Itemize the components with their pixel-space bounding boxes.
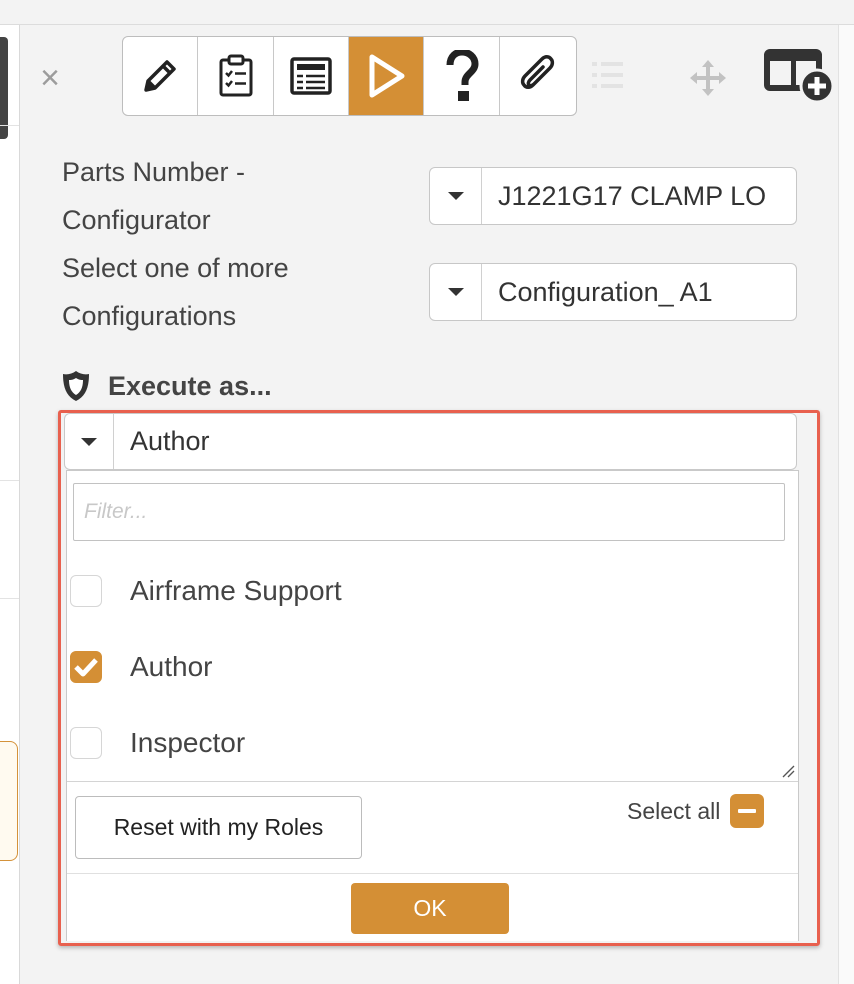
- checkmark-icon: [74, 658, 98, 677]
- run-button[interactable]: [349, 37, 425, 115]
- left-panel: [0, 25, 20, 984]
- filter-input[interactable]: [73, 483, 785, 541]
- help-button[interactable]: [424, 37, 500, 115]
- close-icon[interactable]: ×: [36, 60, 64, 96]
- question-icon: [446, 50, 479, 101]
- ok-button[interactable]: OK: [351, 883, 509, 934]
- option-author[interactable]: Author: [70, 647, 213, 687]
- play-icon: [369, 54, 405, 98]
- paperclip-icon: [520, 55, 554, 89]
- checkbox[interactable]: [70, 727, 102, 759]
- execute-as-label: Execute as...: [108, 370, 272, 401]
- shield-icon: [63, 371, 89, 401]
- list-icon[interactable]: [590, 58, 626, 92]
- edit-button[interactable]: [123, 37, 199, 115]
- resize-handle-icon[interactable]: [781, 764, 795, 778]
- clipboard-checklist-icon: [219, 54, 253, 97]
- select-all[interactable]: Select all: [627, 794, 765, 828]
- reset-roles-button[interactable]: Reset with my Roles: [75, 796, 362, 859]
- form-button[interactable]: [274, 37, 350, 115]
- checkbox-checked[interactable]: [70, 651, 102, 683]
- right-scroll-edge: [838, 25, 854, 984]
- select-all-minus-icon[interactable]: [730, 794, 765, 828]
- checkbox[interactable]: [70, 575, 102, 607]
- chevron-down-icon: [65, 414, 114, 469]
- option-airframe-support[interactable]: Airframe Support: [70, 571, 342, 611]
- attach-button[interactable]: [500, 37, 576, 115]
- parts-number-select[interactable]: J1221G17 CLAMP LO: [429, 167, 797, 225]
- pencil-icon: [144, 60, 176, 92]
- option-inspector[interactable]: Inspector: [70, 723, 245, 763]
- add-column-icon[interactable]: [763, 46, 837, 104]
- chevron-down-icon: [430, 168, 482, 224]
- roles-dropdown: Airframe Support Author Inspector Reset …: [66, 470, 799, 941]
- toolbar: [122, 36, 577, 116]
- move-icon[interactable]: [690, 60, 726, 96]
- configurations-select[interactable]: Configuration_ A1: [429, 263, 797, 321]
- left-panel-edge: [0, 37, 8, 139]
- configurations-label: Select one of more Configurations: [62, 253, 289, 331]
- chevron-down-icon: [430, 264, 482, 320]
- left-panel-card: [0, 741, 18, 861]
- checklist-button[interactable]: [198, 37, 274, 115]
- parts-number-label: Parts Number - Configurator: [62, 157, 246, 235]
- form-list-icon: [290, 57, 332, 95]
- execute-as-heading: Execute as...: [60, 368, 272, 404]
- execute-as-select[interactable]: Author: [64, 413, 797, 470]
- top-strip: [0, 0, 854, 25]
